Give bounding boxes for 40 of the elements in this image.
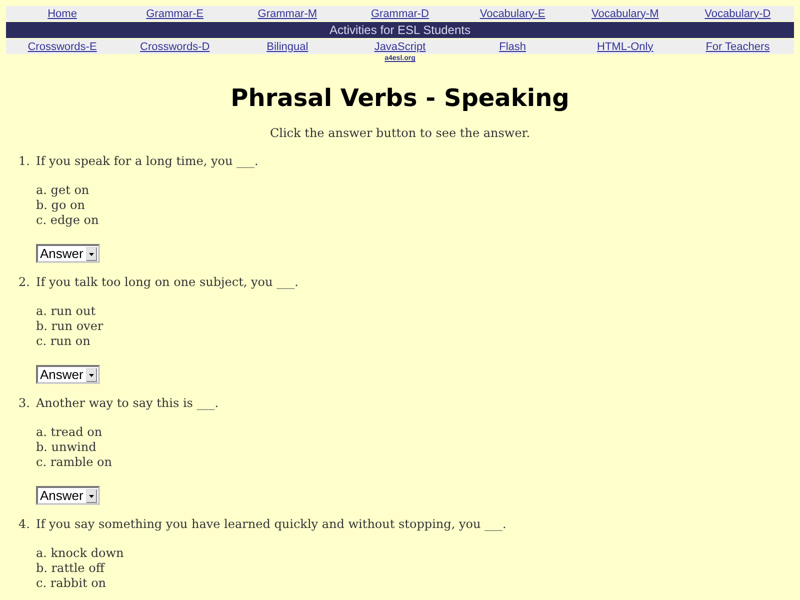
nav-link[interactable]: Grammar-M xyxy=(258,8,318,20)
answer-option: a. run out xyxy=(36,304,104,319)
nav-link[interactable]: For Teachers xyxy=(706,40,770,52)
answer-option: c. run on xyxy=(36,334,104,349)
nav-link[interactable]: HTML-Only xyxy=(597,40,654,52)
answer-option: a. get on xyxy=(36,183,99,198)
answer-option: a. knock down xyxy=(36,546,124,561)
answer-option: a. tread on xyxy=(36,425,112,440)
nav-link[interactable]: Home xyxy=(48,8,77,20)
answer-option: c. rabbit on xyxy=(36,576,124,591)
answer-dropdown[interactable]: Answer xyxy=(36,486,100,505)
nav-link[interactable]: JavaScript xyxy=(374,40,426,52)
question-text: If you talk too long on one subject, you ___. xyxy=(36,275,298,290)
page-title: Phrasal Verbs - Speaking xyxy=(230,84,570,112)
site-banner: Activities for ESL Students xyxy=(6,22,794,38)
instruction-text: Click the answer button to see the answer. xyxy=(270,126,530,140)
nav-link[interactable]: Bilingual xyxy=(266,40,308,52)
answer-option: c. edge on xyxy=(36,213,99,228)
nav-link[interactable]: Grammar-D xyxy=(370,8,430,20)
question-number: 2. xyxy=(18,275,30,291)
answer-option: b. unwind xyxy=(36,440,112,455)
nav-link[interactable]: Grammar-E xyxy=(146,8,204,20)
nav-link[interactable]: Crosswords-E xyxy=(28,40,97,52)
nav-link[interactable]: Flash xyxy=(499,40,526,52)
nav-link[interactable]: Crosswords-D xyxy=(140,40,210,52)
answer-dropdown[interactable]: Answer xyxy=(36,244,100,263)
answer-option: b. rattle off xyxy=(36,561,124,576)
question-text: If you speak for a long time, you ___. xyxy=(36,154,258,169)
answer-option: b. go on xyxy=(36,198,99,213)
answer-option: c. ramble on xyxy=(36,455,112,470)
nav-link[interactable]: Vocabulary-D xyxy=(704,8,771,20)
answer-dropdown[interactable]: Answer xyxy=(36,365,100,384)
nav-link[interactable]: Vocabulary-E xyxy=(480,8,546,20)
question-text: If you say something you have learned quickly and without stopping, you ___. xyxy=(36,517,506,532)
question-text: Another way to say this is ___. xyxy=(36,396,219,411)
question-number: 3. xyxy=(18,396,30,412)
nav-link[interactable]: Vocabulary-M xyxy=(592,8,659,20)
question-number: 1. xyxy=(18,154,30,170)
answer-option: b. run over xyxy=(36,319,104,334)
question-number: 4. xyxy=(18,517,30,533)
